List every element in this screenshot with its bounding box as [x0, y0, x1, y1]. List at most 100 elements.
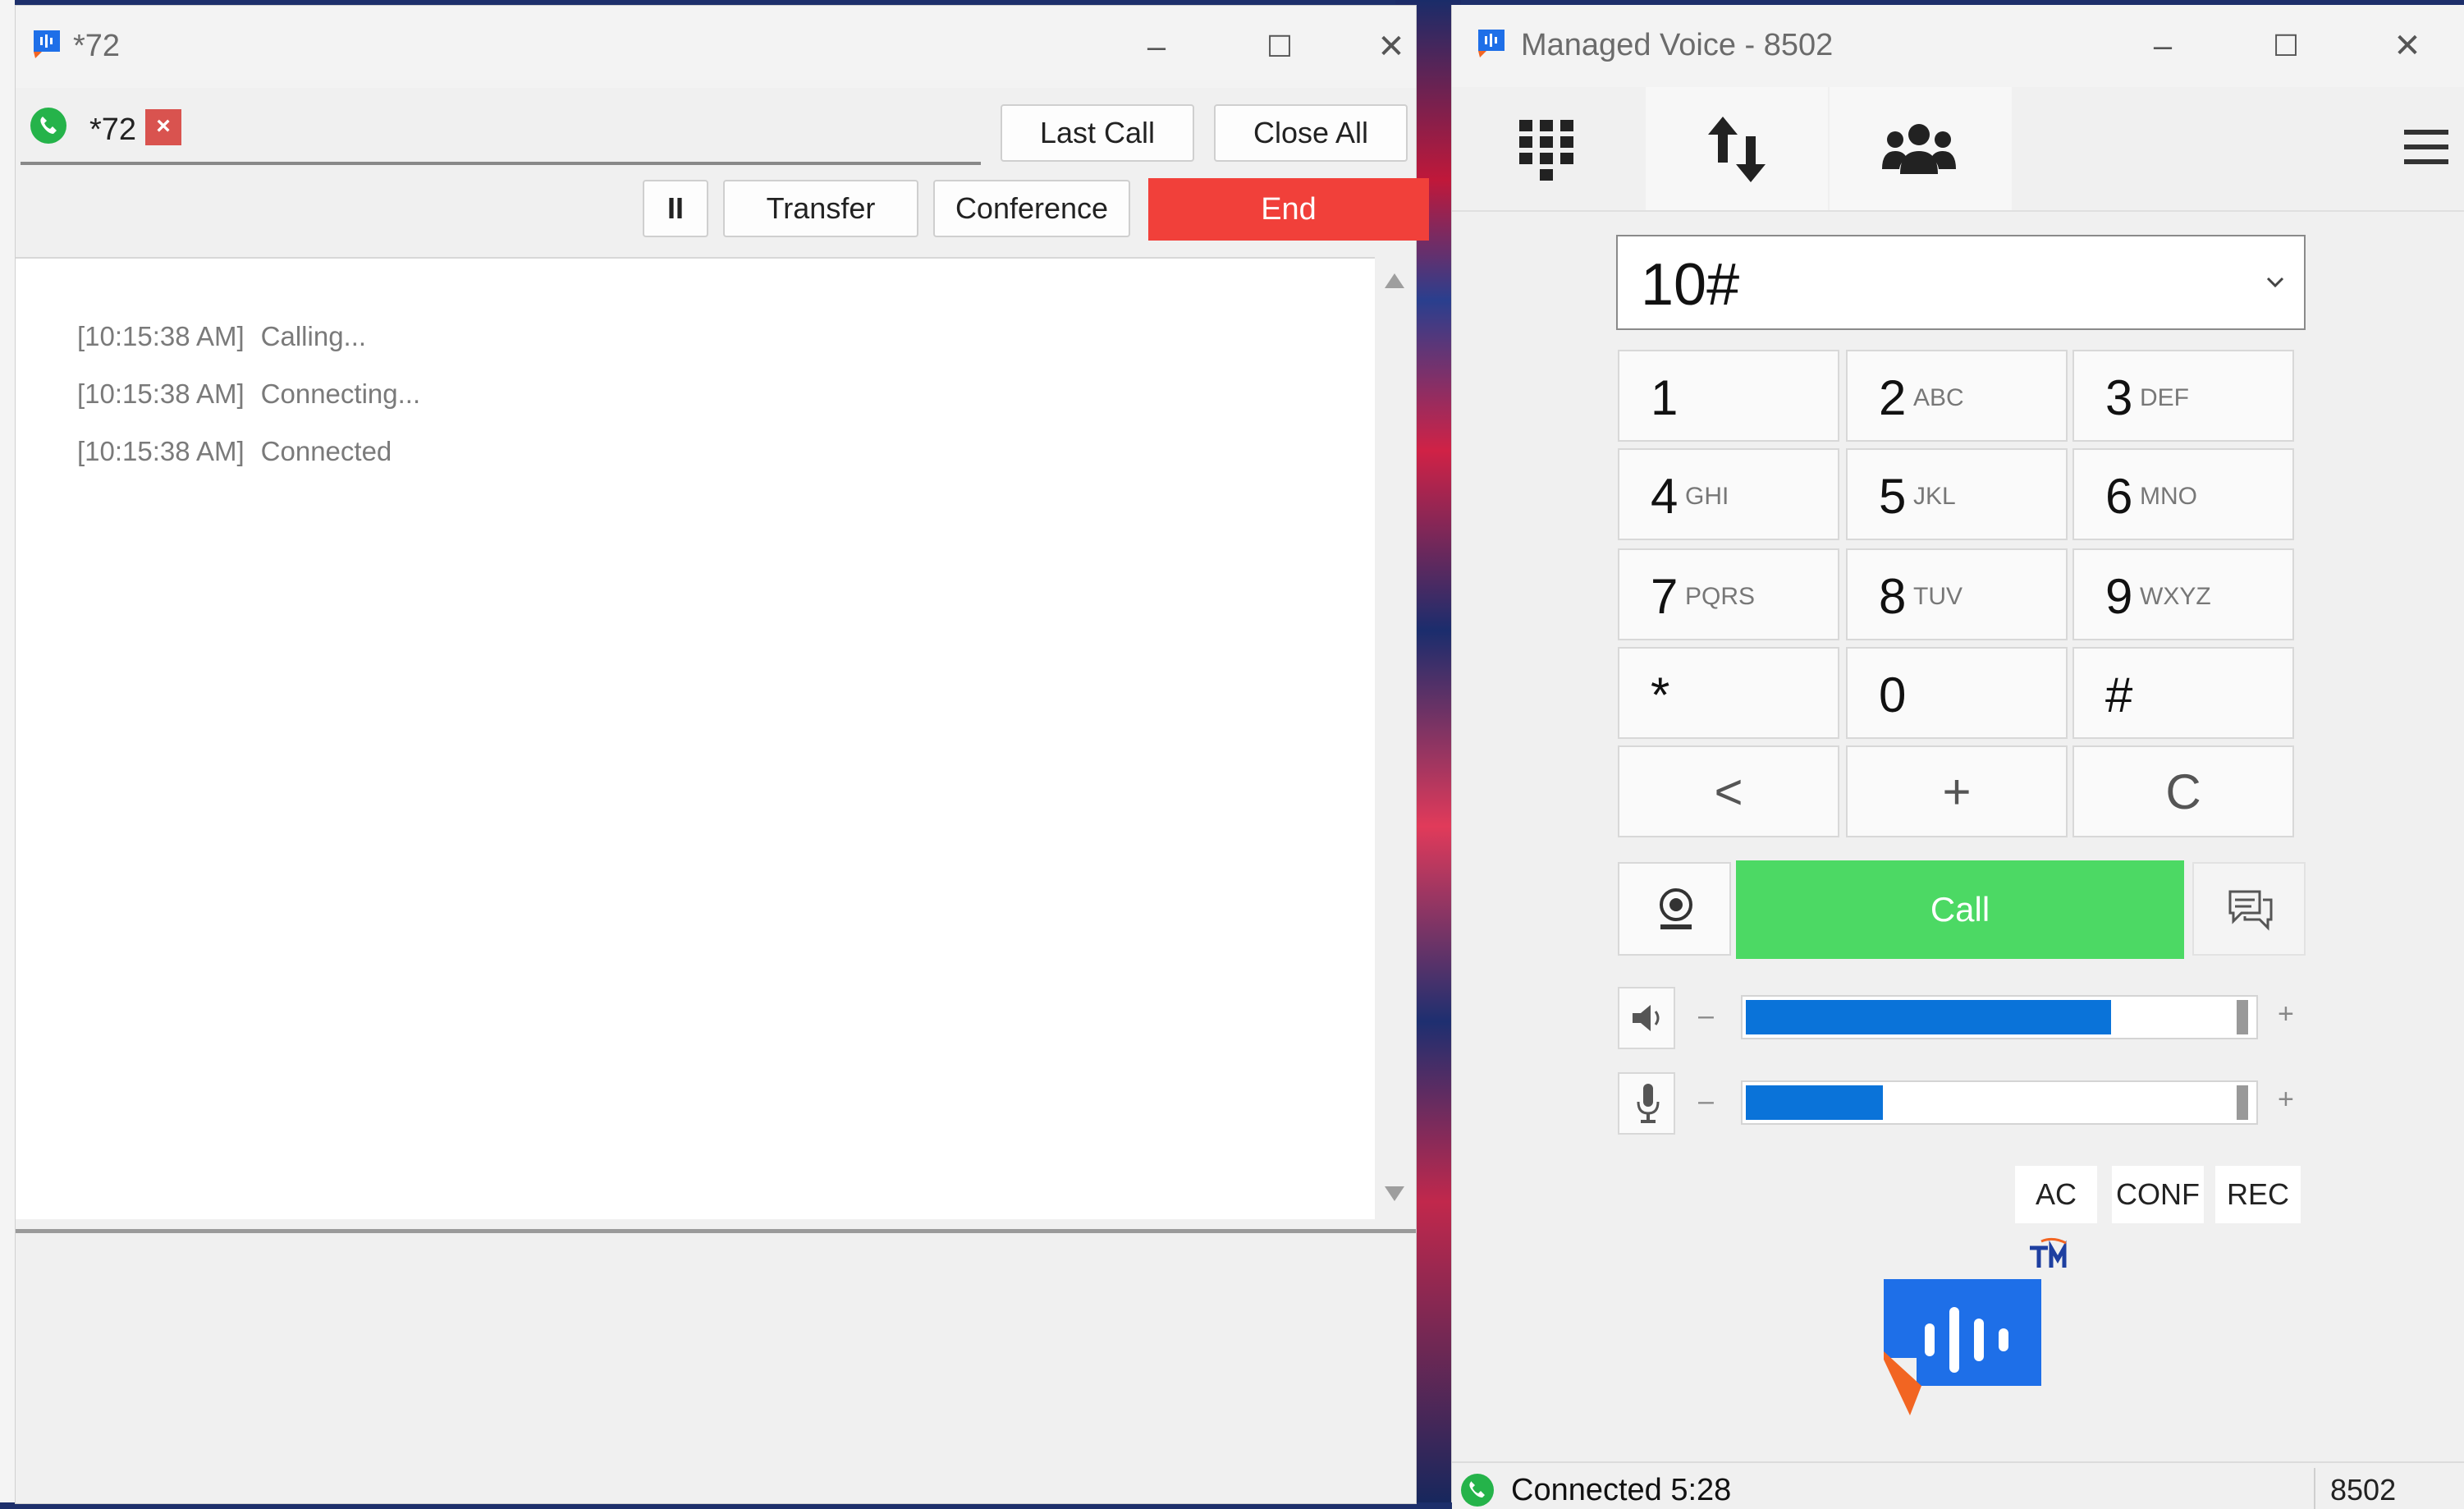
app-logo-icon	[34, 30, 60, 58]
key-8[interactable]: 8 TUV	[1846, 548, 2068, 640]
status-bar: Connected 5:28 8502	[1452, 1461, 2464, 1509]
backspace-key[interactable]: <	[1618, 745, 1839, 837]
plus-label: +	[1942, 764, 1972, 819]
speaker-volume-up[interactable]: +	[2278, 998, 2294, 1030]
log-text: Connected	[260, 436, 392, 466]
key-digit: #	[2105, 667, 2133, 722]
key-letters: TUV	[1913, 583, 1962, 610]
call-log: [10:15:38 AM] Calling... [10:15:38 AM] Con…	[16, 257, 1375, 1219]
call-tab[interactable]: *72 ×	[21, 98, 981, 165]
key-letters: JKL	[1913, 483, 1956, 510]
chevron-down-icon[interactable]	[2266, 273, 2284, 291]
transfer-button[interactable]: Transfer	[723, 180, 918, 237]
close-button[interactable]: ✕	[1368, 24, 1414, 70]
key-7[interactable]: 7 PQRS	[1618, 548, 1839, 640]
key-digit: 7	[1651, 569, 1679, 624]
key-digit: 8	[1879, 569, 1907, 624]
key-0[interactable]: 0	[1846, 647, 2068, 739]
rec-button[interactable]: REC	[2215, 1166, 2301, 1223]
tab-transfer[interactable]	[1646, 87, 1828, 210]
log-time: [10:15:38 AM]	[77, 436, 245, 466]
minimize-button[interactable]: –	[1134, 24, 1179, 70]
mic-mute-button[interactable]	[1618, 1072, 1675, 1135]
key-digit: 0	[1879, 667, 1907, 722]
conference-button[interactable]: Conference	[933, 180, 1130, 237]
hold-button[interactable]: II	[643, 180, 708, 237]
speaker-icon	[1633, 1005, 1660, 1031]
clear-label: C	[2165, 764, 2201, 819]
clear-key[interactable]: C	[2072, 745, 2294, 837]
contacts-icon	[1882, 124, 1956, 174]
key-digit: 4	[1651, 469, 1679, 524]
tm-badge	[2030, 1237, 2067, 1268]
key-letters: PQRS	[1685, 583, 1756, 610]
plus-key[interactable]: +	[1846, 745, 2068, 837]
speaker-volume-thumb[interactable]	[2237, 1000, 2248, 1034]
speaker-volume-down[interactable]: –	[1698, 1000, 1714, 1032]
key-digit: 1	[1651, 370, 1679, 425]
mic-volume-thumb[interactable]	[2237, 1085, 2248, 1120]
key-1[interactable]: 1	[1618, 350, 1839, 442]
dial-number-input[interactable]: 10#	[1616, 235, 2306, 330]
phone-nav	[1452, 87, 2464, 212]
key-5[interactable]: 5 JKL	[1846, 448, 2068, 540]
microphone-icon	[1637, 1084, 1660, 1123]
message-input-area[interactable]	[16, 1233, 1416, 1496]
chat-button[interactable]	[2192, 862, 2306, 956]
last-call-button[interactable]: Last Call	[1001, 104, 1194, 162]
dialpad-icon	[1519, 120, 1573, 181]
key-3[interactable]: 3 DEF	[2072, 350, 2294, 442]
conf-button[interactable]: CONF	[2112, 1166, 2204, 1223]
dial-number-value: 10#	[1641, 252, 1740, 318]
end-call-button[interactable]: End	[1148, 178, 1429, 241]
scroll-up-icon[interactable]	[1385, 273, 1404, 288]
key-9[interactable]: 9 WXYZ	[2072, 548, 2294, 640]
key-digit: 6	[2105, 469, 2133, 524]
ac-button[interactable]: AC	[2015, 1166, 2097, 1223]
app-logo-icon	[1478, 30, 1505, 57]
key-digit: 5	[1879, 469, 1907, 524]
key-star[interactable]: *	[1618, 647, 1839, 739]
log-scrollbar[interactable]	[1375, 257, 1416, 1218]
key-hash[interactable]: #	[2072, 647, 2294, 739]
key-digit: *	[1651, 667, 1670, 722]
maximize-button[interactable]: ☐	[1257, 24, 1303, 70]
key-digit: 3	[2105, 370, 2133, 425]
mic-volume-up[interactable]: +	[2278, 1084, 2294, 1116]
call-window-title: *72	[73, 29, 121, 63]
transfer-arrows-icon	[1708, 117, 1766, 182]
mic-volume-down[interactable]: –	[1698, 1085, 1714, 1117]
tab-contacts[interactable]	[1830, 87, 2012, 210]
phone-window: Managed Voice - 8502 – ☐ ✕ 10# 1 2 ABC 3…	[1451, 5, 2464, 1509]
key-4[interactable]: 4 GHI	[1618, 448, 1839, 540]
maximize-button[interactable]: ☐	[2263, 23, 2309, 69]
brand-logo	[1884, 1237, 2067, 1415]
webcam-icon	[1660, 888, 1692, 929]
call-window: *72 – ☐ ✕ *72 × Last Call Close All II T…	[15, 5, 1429, 1504]
hamburger-menu-icon[interactable]	[2398, 118, 2455, 176]
minimize-button[interactable]: –	[2140, 23, 2186, 69]
key-digit: 2	[1879, 370, 1907, 425]
call-status-text: Connected 5:28	[1511, 1473, 1732, 1507]
speaker-volume-slider[interactable]	[1741, 995, 2258, 1039]
backspace-label: <	[1714, 764, 1743, 819]
key-2[interactable]: 2 ABC	[1846, 350, 2068, 442]
close-tab-icon[interactable]: ×	[145, 109, 181, 145]
close-button[interactable]: ✕	[2384, 23, 2430, 69]
key-letters: ABC	[1913, 384, 1964, 411]
scroll-down-icon[interactable]	[1385, 1186, 1404, 1201]
key-digit: 9	[2105, 569, 2133, 624]
video-call-button[interactable]	[1618, 862, 1731, 956]
call-button[interactable]: Call	[1736, 860, 2184, 959]
speaker-mute-button[interactable]	[1618, 987, 1675, 1049]
status-divider	[2314, 1468, 2315, 1509]
log-entry: [10:15:38 AM] Connected	[32, 405, 392, 498]
key-letters: MNO	[2140, 483, 2197, 510]
key-6[interactable]: 6 MNO	[2072, 448, 2294, 540]
mic-volume-fill	[1746, 1085, 1883, 1120]
phone-connected-icon	[30, 108, 66, 144]
desktop-edge	[0, 0, 15, 1502]
tab-dialpad[interactable]	[1452, 87, 1634, 210]
mic-volume-slider[interactable]	[1741, 1080, 2258, 1125]
close-all-button[interactable]: Close All	[1214, 104, 1408, 162]
